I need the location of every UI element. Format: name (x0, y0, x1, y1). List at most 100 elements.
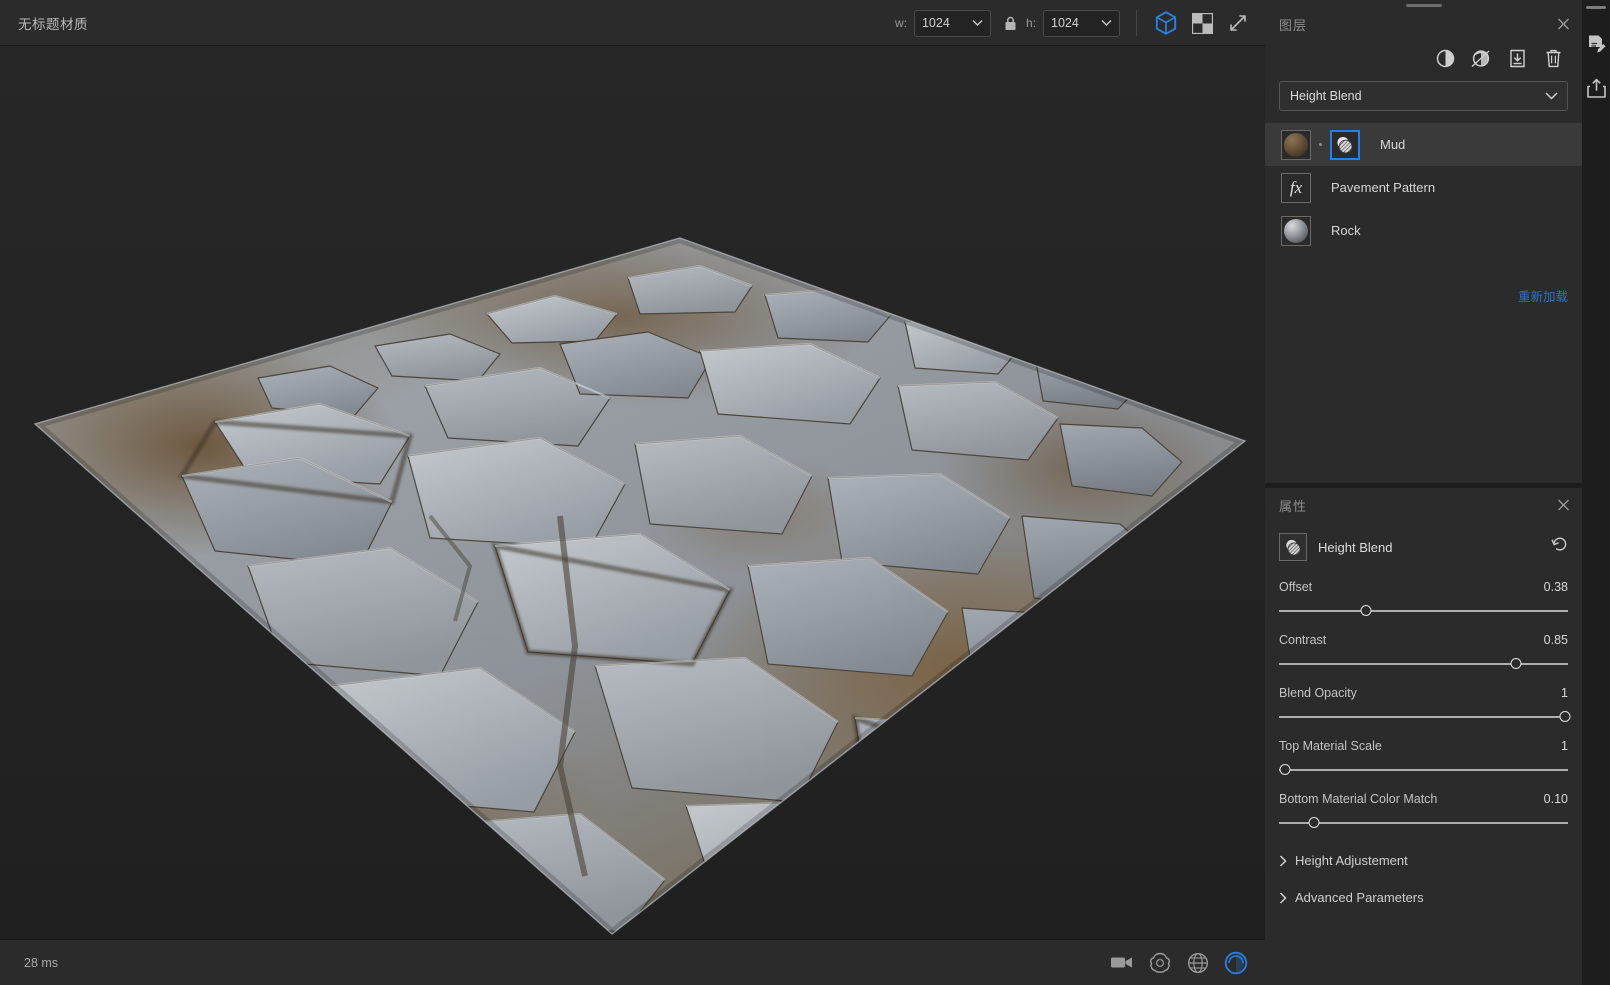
slider-track (1279, 663, 1568, 665)
import-layer-icon (1508, 49, 1527, 68)
slider-thumb[interactable] (1279, 764, 1291, 775)
close-icon[interactable] (1557, 499, 1570, 512)
main-area: 无标题材质 w: 1024 h: 1024 28 ms (0, 0, 1265, 985)
parameter-label: Blend Opacity (1279, 686, 1357, 700)
render-toggle-button[interactable] (1221, 948, 1251, 978)
node-thumbnail (1279, 533, 1307, 561)
parameter-blend-opacity: Blend Opacity 1 (1265, 686, 1582, 725)
blend-mode-select[interactable]: Height Blend (1279, 81, 1568, 111)
slider-track (1279, 822, 1568, 824)
parameter-value[interactable]: 0.10 (1544, 792, 1568, 806)
parameter-value[interactable]: 1 (1561, 739, 1568, 753)
view-3d-button[interactable] (1151, 8, 1181, 38)
document-edit-button[interactable] (1583, 31, 1609, 57)
parameter-value[interactable]: 0.38 (1544, 580, 1568, 594)
expand-arrows-icon (1228, 13, 1248, 33)
blend-mode-value: Height Blend (1290, 89, 1362, 103)
slider-thumb[interactable] (1360, 605, 1372, 616)
slider-thumb[interactable] (1559, 711, 1571, 722)
layer-thumbnail[interactable] (1281, 129, 1311, 160)
parameter-value[interactable]: 1 (1561, 686, 1568, 700)
layer-list: Mud fx Pavement Pattern Rock 重新加载 (1265, 123, 1582, 483)
rail-drag-handle[interactable] (1586, 6, 1606, 9)
document-edit-icon (1586, 34, 1607, 55)
right-panel-column: 图层 Height Blend Mud fx Pavement Pattern … (1265, 0, 1582, 985)
globe-grid-icon (1187, 952, 1209, 974)
parameter-slider[interactable] (1279, 815, 1568, 831)
mud-sphere-icon (1284, 132, 1308, 157)
import-layer-button[interactable] (1504, 45, 1530, 71)
parameter-label: Contrast (1279, 633, 1327, 647)
delete-layer-button[interactable] (1540, 45, 1566, 71)
right-icon-rail (1582, 0, 1610, 985)
view-2d-button[interactable] (1187, 8, 1217, 38)
chevron-right-icon (1279, 891, 1287, 904)
parameter-bottom-material-color-match: Bottom Material Color Match 0.10 (1265, 792, 1582, 831)
cube-3d-icon (1155, 11, 1177, 35)
slider-thumb[interactable] (1308, 817, 1320, 828)
adjustment-button[interactable] (1432, 45, 1458, 71)
export-share-icon (1586, 78, 1607, 99)
document-title: 无标题材质 (18, 16, 88, 32)
parameter-slider[interactable] (1279, 656, 1568, 672)
parameter-label: Offset (1279, 580, 1313, 594)
status-bar: 28 ms (0, 939, 1265, 985)
reload-link[interactable]: 重新加载 (1518, 286, 1568, 305)
blend-mask-icon (1335, 135, 1355, 155)
viewport-3d[interactable] (0, 46, 1265, 939)
slider-thumb[interactable] (1510, 658, 1522, 669)
layers-panel-title: 图层 (1279, 17, 1308, 33)
reset-icon[interactable] (1551, 537, 1568, 552)
parameter-value[interactable]: 0.85 (1544, 633, 1568, 647)
section-height-adjustement[interactable]: Height Adjustement (1265, 853, 1582, 868)
layer-name: Rock (1331, 223, 1361, 238)
properties-node-header: Height Blend (1265, 522, 1582, 566)
parameter-slider[interactable] (1279, 762, 1568, 778)
toolbar-controls: w: 1024 h: 1024 (895, 0, 1257, 46)
layers-panel-header: 图层 (1265, 7, 1582, 41)
properties-panel: 属性 Height Blend Offset 0.38 Contrast 0.8… (1265, 488, 1582, 985)
parameter-label: Top Material Scale (1279, 739, 1382, 753)
blend-mask-icon (1284, 538, 1303, 557)
export-share-button[interactable] (1583, 75, 1609, 101)
width-value: 1024 (921, 16, 950, 30)
height-label: h: (1025, 16, 1036, 30)
render-time: 28 ms (24, 955, 59, 970)
viewport-tools (1107, 948, 1251, 978)
checker-2d-icon (1191, 12, 1213, 34)
parameter-top-material-scale: Top Material Scale 1 (1265, 739, 1582, 778)
layer-row[interactable]: fx Pavement Pattern (1265, 166, 1582, 209)
layers-panel: 图层 Height Blend Mud fx Pavement Pattern … (1265, 0, 1582, 483)
chevron-down-icon (972, 20, 983, 27)
layer-row[interactable]: Mud (1265, 123, 1582, 166)
layer-row[interactable]: Rock (1265, 209, 1582, 252)
adjustment-icon (1436, 49, 1455, 68)
parameter-label: Bottom Material Color Match (1279, 792, 1438, 806)
layer-mask-thumbnail[interactable] (1330, 129, 1360, 160)
parameter-slider[interactable] (1279, 709, 1571, 725)
parameter-slider[interactable] (1279, 603, 1568, 619)
fullscreen-button[interactable] (1223, 8, 1253, 38)
globe-grid-button[interactable] (1183, 948, 1213, 978)
fx-icon: fx (1289, 177, 1303, 197)
parameter-contrast: Contrast 0.85 (1265, 633, 1582, 672)
camera-icon (1110, 954, 1134, 971)
slider-track (1279, 716, 1568, 718)
close-icon[interactable] (1557, 18, 1570, 31)
layer-thumbnail[interactable] (1281, 215, 1311, 246)
layer-name: Pavement Pattern (1331, 180, 1436, 195)
layer-fx-thumbnail[interactable]: fx (1281, 172, 1311, 203)
lock-icon[interactable] (1004, 16, 1017, 31)
height-select[interactable]: 1024 (1043, 9, 1120, 37)
delete-layer-icon (1545, 49, 1562, 68)
slider-track (1279, 610, 1568, 612)
environment-button[interactable] (1145, 948, 1175, 978)
section-advanced-parameters[interactable]: Advanced Parameters (1265, 890, 1582, 905)
slider-track (1279, 769, 1568, 771)
camera-button[interactable] (1107, 948, 1137, 978)
filter-effect-button[interactable] (1468, 45, 1494, 71)
chevron-down-icon (1101, 20, 1112, 27)
chevron-down-icon (1545, 92, 1558, 100)
render-toggle-icon (1224, 951, 1248, 975)
width-select[interactable]: 1024 (913, 9, 991, 37)
